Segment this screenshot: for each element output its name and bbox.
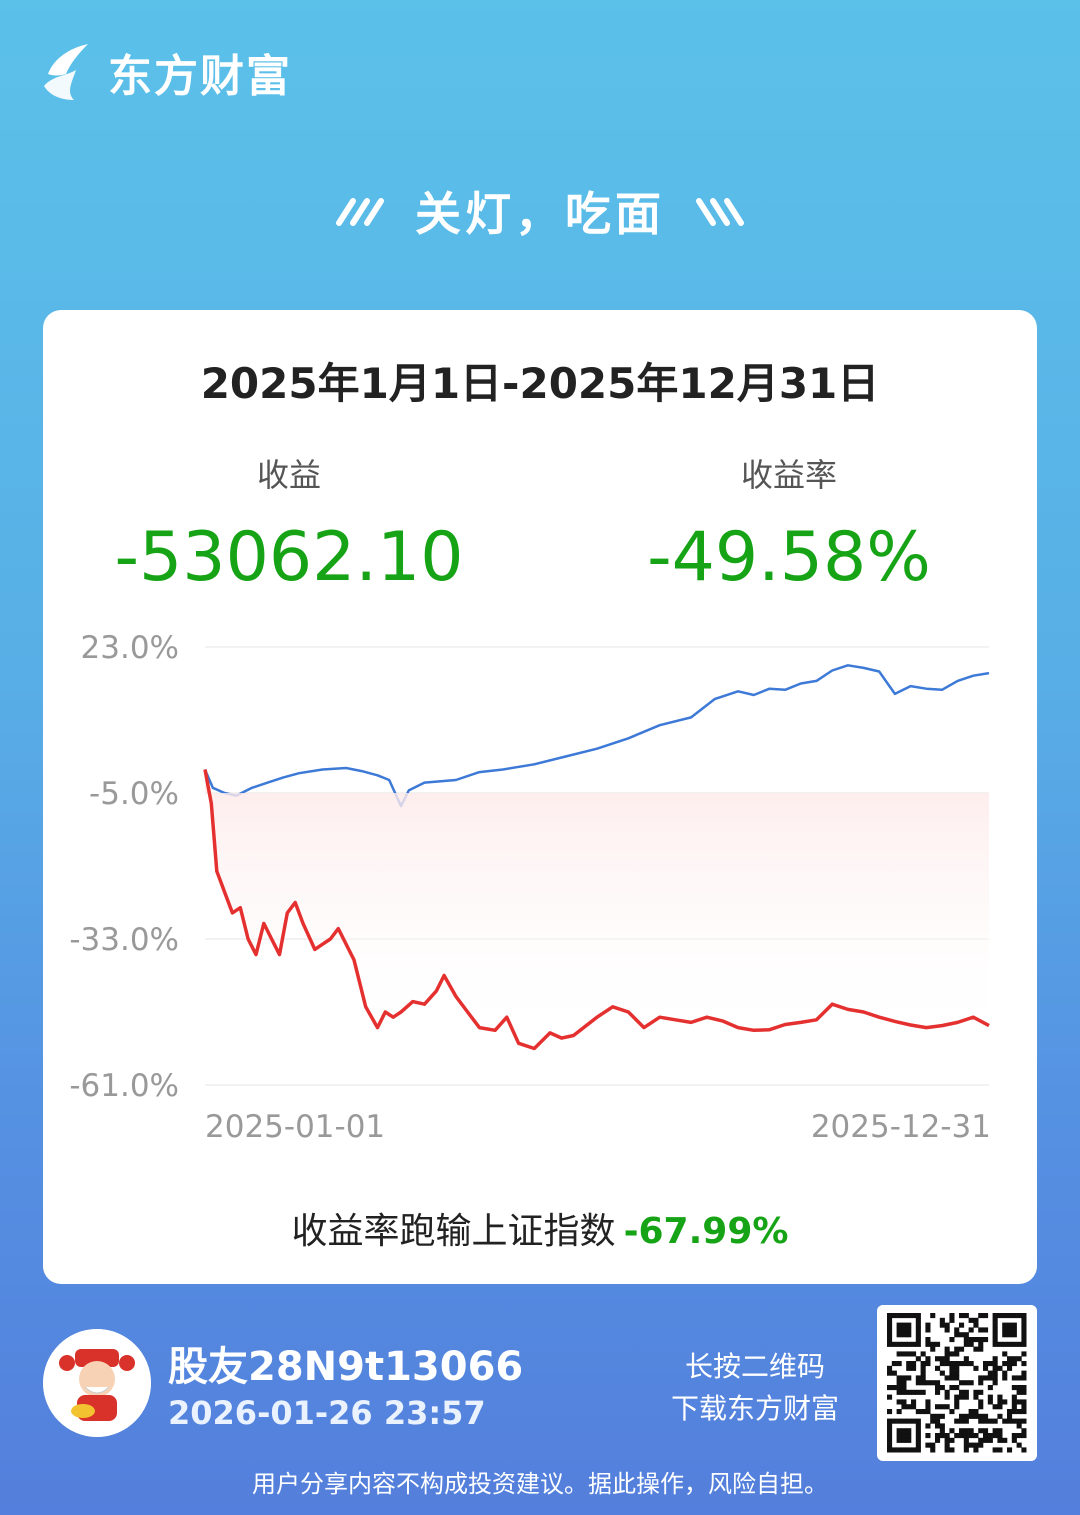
qr-code-icon bbox=[887, 1313, 1027, 1453]
index-comparison: 收益率跑输上证指数 -67.99% bbox=[43, 1202, 1037, 1254]
comparison-value: -67.99% bbox=[623, 1211, 789, 1252]
left-slash-decoration-icon bbox=[336, 198, 384, 226]
share-timestamp: 2026-01-26 23:57 bbox=[168, 1394, 486, 1432]
rate-stat: 收益率 -49.58% bbox=[579, 450, 999, 597]
brand-logo-icon bbox=[44, 44, 88, 100]
x-start-label: 2025-01-01 bbox=[205, 1109, 385, 1145]
brand-name: 东方财富 bbox=[108, 51, 292, 102]
qr-code[interactable] bbox=[877, 1305, 1037, 1461]
rate-label: 收益率 bbox=[740, 456, 837, 494]
qr-hint: 长按二维码 下载东方财富 bbox=[640, 1346, 870, 1430]
slogan-text: 关灯，吃面 bbox=[415, 187, 665, 241]
y-tick-label: 23.0% bbox=[81, 630, 179, 666]
god-of-wealth-avatar bbox=[43, 1329, 151, 1437]
qr-hint-line1: 长按二维码 bbox=[684, 1350, 825, 1383]
index-return-line bbox=[203, 664, 990, 808]
disclaimer: 用户分享内容不构成投资建议。据此操作，风险自担。 bbox=[252, 1470, 828, 1498]
summary-card: 2025年1月1日-2025年12月31日 收益 -53062.10 收益率 -… bbox=[43, 310, 1037, 1284]
rate-value: -49.58% bbox=[647, 518, 931, 597]
return-line-chart: 23.0% -5.0% -33.0% -61.0% 2025-01-01 2025-12-… bbox=[69, 630, 991, 1145]
profit-value: -53062.10 bbox=[114, 518, 464, 597]
user-name: 股友28N9t13066 bbox=[168, 1344, 524, 1390]
period-title: 2025年1月1日-2025年12月31日 bbox=[200, 359, 880, 408]
brand-header: 东方财富 bbox=[40, 40, 292, 104]
profit-stat: 收益 -53062.10 bbox=[79, 450, 499, 597]
qr-hint-line2: 下载东方财富 bbox=[670, 1392, 839, 1425]
slogan: 关灯，吃面 bbox=[0, 176, 1080, 246]
profit-label: 收益 bbox=[256, 456, 321, 494]
y-tick-label: -33.0% bbox=[69, 922, 179, 958]
portfolio-area-fill bbox=[205, 769, 989, 1049]
y-tick-label: -61.0% bbox=[69, 1068, 179, 1104]
avatar-icon bbox=[43, 1329, 151, 1437]
comparison-label: 收益率跑输上证指数 bbox=[291, 1211, 616, 1252]
y-tick-label: -5.0% bbox=[89, 776, 179, 812]
x-end-label: 2025-12-31 bbox=[811, 1109, 991, 1145]
right-slash-decoration-icon bbox=[696, 198, 744, 226]
